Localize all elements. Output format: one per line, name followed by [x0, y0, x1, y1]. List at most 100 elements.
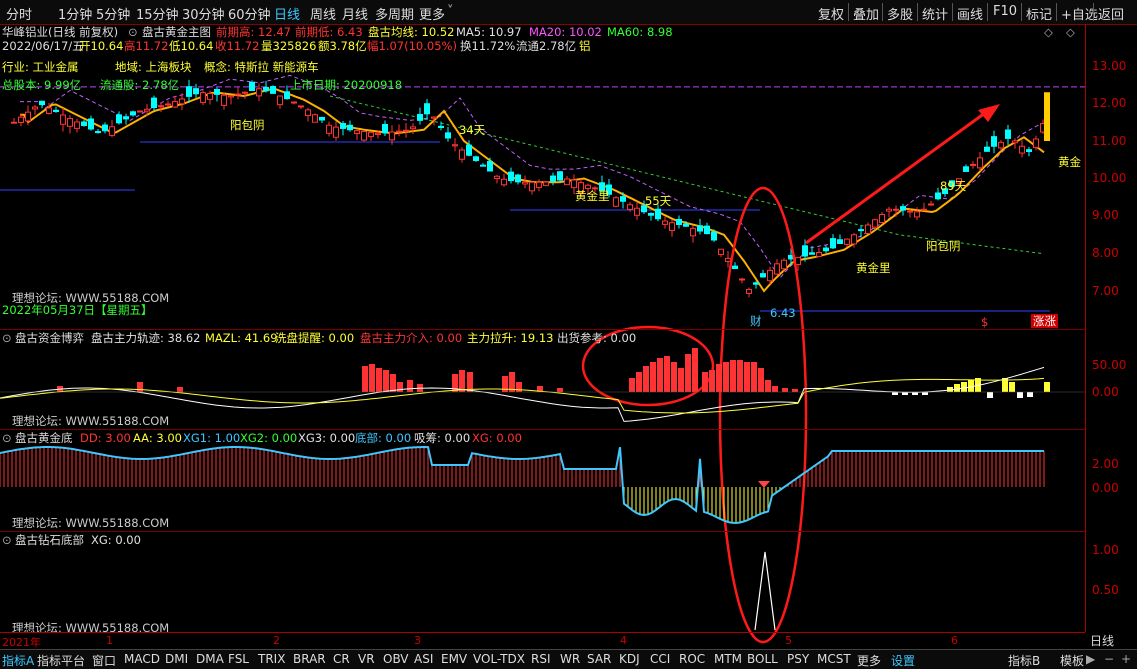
candle [690, 227, 696, 237]
quote-turnover: 换11.72% [460, 39, 516, 53]
candle [613, 197, 619, 207]
collapse-icon[interactable]: ◇ [1044, 25, 1053, 39]
tab-kdj[interactable]: KDJ [619, 652, 640, 666]
panel2-title[interactable]: 盘古资金博弈 [15, 331, 84, 345]
panel3-label-5: XG3: 0.00 [298, 431, 356, 445]
tab-roc[interactable]: ROC [679, 652, 705, 666]
tab-cr[interactable]: CR [333, 652, 350, 666]
quote-float: 流通2.78亿 [516, 39, 577, 53]
period-indicator[interactable]: 日线 [1090, 634, 1114, 648]
tab-indicator-a[interactable]: 指标A [2, 652, 34, 669]
tab-psy[interactable]: PSY [787, 652, 809, 666]
candle [935, 192, 941, 200]
candle [522, 181, 528, 185]
panel3-menu-icon[interactable]: ⊙ [2, 431, 12, 445]
tab-vr[interactable]: VR [358, 652, 375, 666]
tab-template[interactable]: 模板 [1060, 652, 1084, 669]
highlight-ellipse [718, 186, 808, 644]
ma20: MA20: 10.02 [529, 25, 602, 39]
time-axis: 2021年 1 2 3 4 5 6 [0, 632, 1085, 650]
tab-boll[interactable]: BOLL [747, 652, 778, 666]
panel3-label-6: 底部: 0.00 [355, 431, 412, 445]
tab-fsl[interactable]: FSL [228, 652, 249, 666]
candle [319, 116, 325, 121]
panel4-menu-icon[interactable]: ⊙ [2, 533, 12, 547]
tab-mtm[interactable]: MTM [714, 652, 742, 666]
main-indicator-name[interactable]: 盘古黄金主图 [142, 25, 211, 39]
fund-bar [362, 366, 368, 392]
fund-bar [692, 348, 698, 392]
candle [25, 111, 31, 122]
candle [312, 114, 318, 123]
prev-low: 前期低: 6.43 [295, 25, 363, 39]
tab-obv[interactable]: OBV [383, 652, 409, 666]
fund-bar [751, 362, 757, 392]
tab-macd[interactable]: MACD [124, 652, 160, 666]
candle [739, 278, 745, 281]
yangbaoyin-label-1: 阳包阴 [230, 118, 265, 132]
tab-sar[interactable]: SAR [587, 652, 611, 666]
panel3-title[interactable]: 盘古黄金底 [15, 431, 73, 445]
candle [221, 94, 227, 106]
fund-bar [664, 356, 670, 392]
candle [585, 184, 591, 189]
watermark-panel2: 理想论坛: WWW.55188.COM [12, 414, 170, 428]
tab-trix[interactable]: TRIX [258, 652, 285, 666]
tab-window[interactable]: 窗口 [92, 652, 116, 669]
candle [900, 206, 906, 211]
tab-vol-tdx[interactable]: VOL-TDX [473, 652, 525, 666]
tab-indicator-b[interactable]: 指标B [1008, 652, 1040, 669]
candle [403, 129, 409, 132]
tab-indicator-platform[interactable]: 指标平台 [37, 652, 85, 669]
panel-divider [0, 329, 1085, 330]
indicator-menu-icon[interactable]: ⊙ [128, 25, 138, 39]
panel2-menu-icon[interactable]: ⊙ [2, 331, 12, 345]
tab-settings[interactable]: 设置 [891, 652, 915, 669]
limit-up-candle [1044, 92, 1050, 141]
tab-mcst[interactable]: MCST [817, 652, 851, 666]
time-tick: 6 [951, 634, 958, 647]
tab-more[interactable]: 更多 [857, 652, 881, 669]
panel3-label-4: XG2: 0.00 [240, 431, 298, 445]
tab-dmi[interactable]: DMI [165, 652, 188, 666]
fund-bar [177, 387, 183, 392]
fund-bar [376, 368, 382, 392]
candle [984, 146, 990, 152]
tab-emv[interactable]: EMV [441, 652, 467, 666]
candle [242, 91, 248, 94]
candle [893, 208, 899, 211]
industry-label: 行业: 工业金属 [2, 60, 79, 74]
candle [151, 97, 157, 108]
tab-dma[interactable]: DMA [196, 652, 224, 666]
candle [865, 224, 871, 234]
tab-brar[interactable]: BRAR [293, 652, 326, 666]
candle [529, 181, 535, 192]
candle [697, 225, 703, 232]
candle [438, 125, 444, 129]
tab-rsi[interactable]: RSI [531, 652, 551, 666]
candle [158, 105, 164, 108]
panel4-title[interactable]: 盘古钻石底部 [15, 533, 84, 547]
expand-icon[interactable]: ◇ [1066, 25, 1075, 39]
candle [389, 131, 395, 141]
tab-asi[interactable]: ASI [414, 652, 433, 666]
candle [361, 131, 367, 141]
candle [263, 86, 269, 92]
candle [683, 223, 689, 227]
tab-cci[interactable]: CCI [650, 652, 670, 666]
panel2-label-1: 盘古主力轨迹: 38.62 [91, 331, 201, 345]
tab-wr[interactable]: WR [560, 652, 580, 666]
scroll-right-icon[interactable]: ▶ [1086, 652, 1095, 666]
huangjinli-label-2: 黄金里 [856, 261, 891, 275]
candle [382, 123, 388, 134]
lift-bar [1044, 382, 1050, 392]
time-tick: 1 [106, 634, 113, 647]
zoom-out-icon[interactable]: − [1104, 652, 1114, 666]
candle [494, 175, 500, 180]
candle [347, 124, 353, 131]
candle [928, 203, 934, 206]
candle [760, 273, 766, 278]
zoom-in-icon[interactable]: + [1121, 652, 1131, 666]
candle [669, 222, 675, 232]
candle [452, 144, 458, 147]
